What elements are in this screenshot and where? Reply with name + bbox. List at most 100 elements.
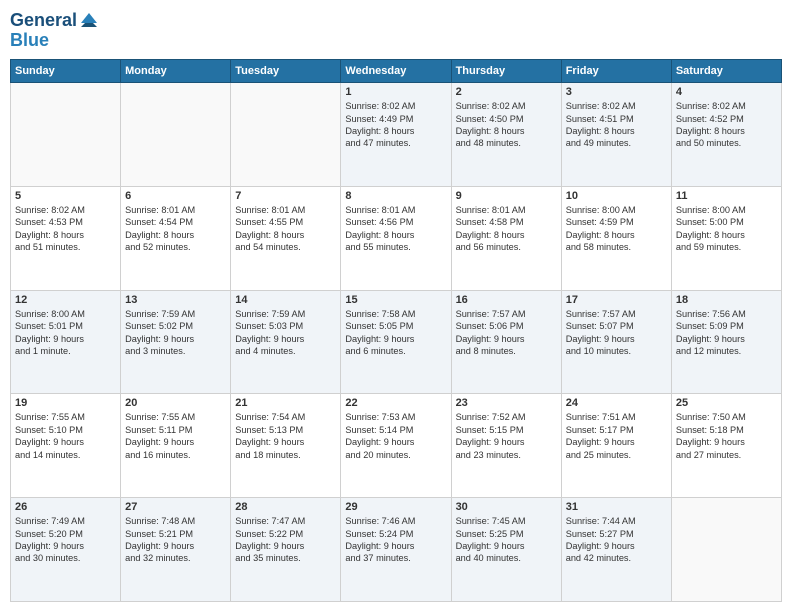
day-number: 3	[566, 86, 667, 98]
weekday-header-saturday: Saturday	[671, 60, 781, 83]
calendar-cell: 15 Sunrise: 7:58 AM Sunset: 5:05 PM Dayli…	[341, 290, 451, 394]
day-info: Sunrise: 8:02 AM Sunset: 4:49 PM Dayligh…	[345, 100, 446, 150]
calendar-week-5: 26 Sunrise: 7:49 AM Sunset: 5:20 PM Dayli…	[11, 498, 782, 602]
day-number: 5	[15, 190, 116, 202]
calendar-table: SundayMondayTuesdayWednesdayThursdayFrid…	[10, 59, 782, 602]
day-info: Sunrise: 8:01 AM Sunset: 4:54 PM Dayligh…	[125, 204, 226, 254]
day-number: 21	[235, 397, 336, 409]
day-info: Sunrise: 8:00 AM Sunset: 5:01 PM Dayligh…	[15, 308, 116, 358]
calendar-cell: 31 Sunrise: 7:44 AM Sunset: 5:27 PM Dayli…	[561, 498, 671, 602]
day-info: Sunrise: 8:01 AM Sunset: 4:58 PM Dayligh…	[456, 204, 557, 254]
day-number: 8	[345, 190, 446, 202]
day-info: Sunrise: 8:02 AM Sunset: 4:51 PM Dayligh…	[566, 100, 667, 150]
day-number: 17	[566, 294, 667, 306]
day-info: Sunrise: 7:47 AM Sunset: 5:22 PM Dayligh…	[235, 515, 336, 565]
day-number: 24	[566, 397, 667, 409]
day-info: Sunrise: 7:50 AM Sunset: 5:18 PM Dayligh…	[676, 411, 777, 461]
header: General Blue	[10, 10, 782, 51]
calendar-week-3: 12 Sunrise: 8:00 AM Sunset: 5:01 PM Dayli…	[11, 290, 782, 394]
day-info: Sunrise: 7:55 AM Sunset: 5:11 PM Dayligh…	[125, 411, 226, 461]
day-info: Sunrise: 7:46 AM Sunset: 5:24 PM Dayligh…	[345, 515, 446, 565]
day-info: Sunrise: 8:01 AM Sunset: 4:55 PM Dayligh…	[235, 204, 336, 254]
day-number: 20	[125, 397, 226, 409]
calendar-cell: 1 Sunrise: 8:02 AM Sunset: 4:49 PM Daylig…	[341, 83, 451, 187]
weekday-header-thursday: Thursday	[451, 60, 561, 83]
day-info: Sunrise: 8:02 AM Sunset: 4:50 PM Dayligh…	[456, 100, 557, 150]
logo-icon	[79, 9, 99, 29]
day-info: Sunrise: 7:59 AM Sunset: 5:02 PM Dayligh…	[125, 308, 226, 358]
day-number: 29	[345, 501, 446, 513]
day-info: Sunrise: 7:51 AM Sunset: 5:17 PM Dayligh…	[566, 411, 667, 461]
day-number: 10	[566, 190, 667, 202]
day-number: 19	[15, 397, 116, 409]
day-number: 11	[676, 190, 777, 202]
day-info: Sunrise: 7:45 AM Sunset: 5:25 PM Dayligh…	[456, 515, 557, 565]
weekday-header-sunday: Sunday	[11, 60, 121, 83]
day-info: Sunrise: 7:44 AM Sunset: 5:27 PM Dayligh…	[566, 515, 667, 565]
calendar-week-4: 19Sunrise: 7:55 AM Sunset: 5:10 PM Dayli…	[11, 394, 782, 498]
logo: General Blue	[10, 10, 99, 51]
calendar-cell: 3 Sunrise: 8:02 AM Sunset: 4:51 PM Daylig…	[561, 83, 671, 187]
calendar-cell	[121, 83, 231, 187]
calendar-cell: 20 Sunrise: 7:55 AM Sunset: 5:11 PM Dayli…	[121, 394, 231, 498]
calendar-cell: 5 Sunrise: 8:02 AM Sunset: 4:53 PM Daylig…	[11, 186, 121, 290]
day-info: Sunrise: 7:53 AM Sunset: 5:14 PM Dayligh…	[345, 411, 446, 461]
calendar-cell: 18 Sunrise: 7:56 AM Sunset: 5:09 PM Dayli…	[671, 290, 781, 394]
day-number: 14	[235, 294, 336, 306]
day-info: Sunrise: 8:00 AM Sunset: 4:59 PM Dayligh…	[566, 204, 667, 254]
calendar-cell: 22 Sunrise: 7:53 AM Sunset: 5:14 PM Dayli…	[341, 394, 451, 498]
calendar-cell	[11, 83, 121, 187]
day-number: 18	[676, 294, 777, 306]
calendar-cell: 23 Sunrise: 7:52 AM Sunset: 5:15 PM Dayli…	[451, 394, 561, 498]
day-number: 9	[456, 190, 557, 202]
calendar-cell: 21Sunrise: 7:54 AM Sunset: 5:13 PM Dayli…	[231, 394, 341, 498]
day-number: 2	[456, 86, 557, 98]
day-number: 22	[345, 397, 446, 409]
day-number: 12	[15, 294, 116, 306]
weekday-header-friday: Friday	[561, 60, 671, 83]
calendar-cell: 14 Sunrise: 7:59 AM Sunset: 5:03 PM Dayli…	[231, 290, 341, 394]
day-info: Sunrise: 7:49 AM Sunset: 5:20 PM Dayligh…	[15, 515, 116, 565]
logo-text: General Blue	[10, 10, 99, 51]
day-number: 4	[676, 86, 777, 98]
weekday-header-row: SundayMondayTuesdayWednesdayThursdayFrid…	[11, 60, 782, 83]
weekday-header-monday: Monday	[121, 60, 231, 83]
calendar-cell: 7 Sunrise: 8:01 AM Sunset: 4:55 PM Daylig…	[231, 186, 341, 290]
day-info: Sunrise: 7:59 AM Sunset: 5:03 PM Dayligh…	[235, 308, 336, 358]
calendar-cell: 9 Sunrise: 8:01 AM Sunset: 4:58 PM Daylig…	[451, 186, 561, 290]
day-number: 15	[345, 294, 446, 306]
day-number: 1	[345, 86, 446, 98]
calendar-cell: 12 Sunrise: 8:00 AM Sunset: 5:01 PM Dayli…	[11, 290, 121, 394]
day-info: Sunrise: 8:02 AM Sunset: 4:53 PM Dayligh…	[15, 204, 116, 254]
calendar-cell: 30 Sunrise: 7:45 AM Sunset: 5:25 PM Dayli…	[451, 498, 561, 602]
calendar-cell: 8Sunrise: 8:01 AM Sunset: 4:56 PM Daylig…	[341, 186, 451, 290]
calendar-cell: 29 Sunrise: 7:46 AM Sunset: 5:24 PM Dayli…	[341, 498, 451, 602]
logo-general: General	[10, 10, 77, 32]
day-info: Sunrise: 7:48 AM Sunset: 5:21 PM Dayligh…	[125, 515, 226, 565]
page-container: General Blue SundayMondayTuesdayWednesda…	[0, 0, 792, 612]
day-info: Sunrise: 7:57 AM Sunset: 5:07 PM Dayligh…	[566, 308, 667, 358]
calendar-cell: 13 Sunrise: 7:59 AM Sunset: 5:02 PM Dayli…	[121, 290, 231, 394]
day-info: Sunrise: 7:58 AM Sunset: 5:05 PM Dayligh…	[345, 308, 446, 358]
day-number: 31	[566, 501, 667, 513]
calendar-cell: 24 Sunrise: 7:51 AM Sunset: 5:17 PM Dayli…	[561, 394, 671, 498]
logo-blue: Blue	[10, 30, 99, 52]
day-number: 28	[235, 501, 336, 513]
day-info: Sunrise: 8:02 AM Sunset: 4:52 PM Dayligh…	[676, 100, 777, 150]
calendar-cell	[671, 498, 781, 602]
weekday-header-wednesday: Wednesday	[341, 60, 451, 83]
day-info: Sunrise: 7:56 AM Sunset: 5:09 PM Dayligh…	[676, 308, 777, 358]
calendar-cell: 16Sunrise: 7:57 AM Sunset: 5:06 PM Dayli…	[451, 290, 561, 394]
calendar-cell: 19Sunrise: 7:55 AM Sunset: 5:10 PM Dayli…	[11, 394, 121, 498]
day-number: 7	[235, 190, 336, 202]
day-info: Sunrise: 7:52 AM Sunset: 5:15 PM Dayligh…	[456, 411, 557, 461]
calendar-cell: 4 Sunrise: 8:02 AM Sunset: 4:52 PM Daylig…	[671, 83, 781, 187]
day-number: 23	[456, 397, 557, 409]
day-number: 6	[125, 190, 226, 202]
day-number: 26	[15, 501, 116, 513]
day-number: 13	[125, 294, 226, 306]
day-number: 30	[456, 501, 557, 513]
calendar-cell: 28 Sunrise: 7:47 AM Sunset: 5:22 PM Dayli…	[231, 498, 341, 602]
day-number: 25	[676, 397, 777, 409]
weekday-header-tuesday: Tuesday	[231, 60, 341, 83]
